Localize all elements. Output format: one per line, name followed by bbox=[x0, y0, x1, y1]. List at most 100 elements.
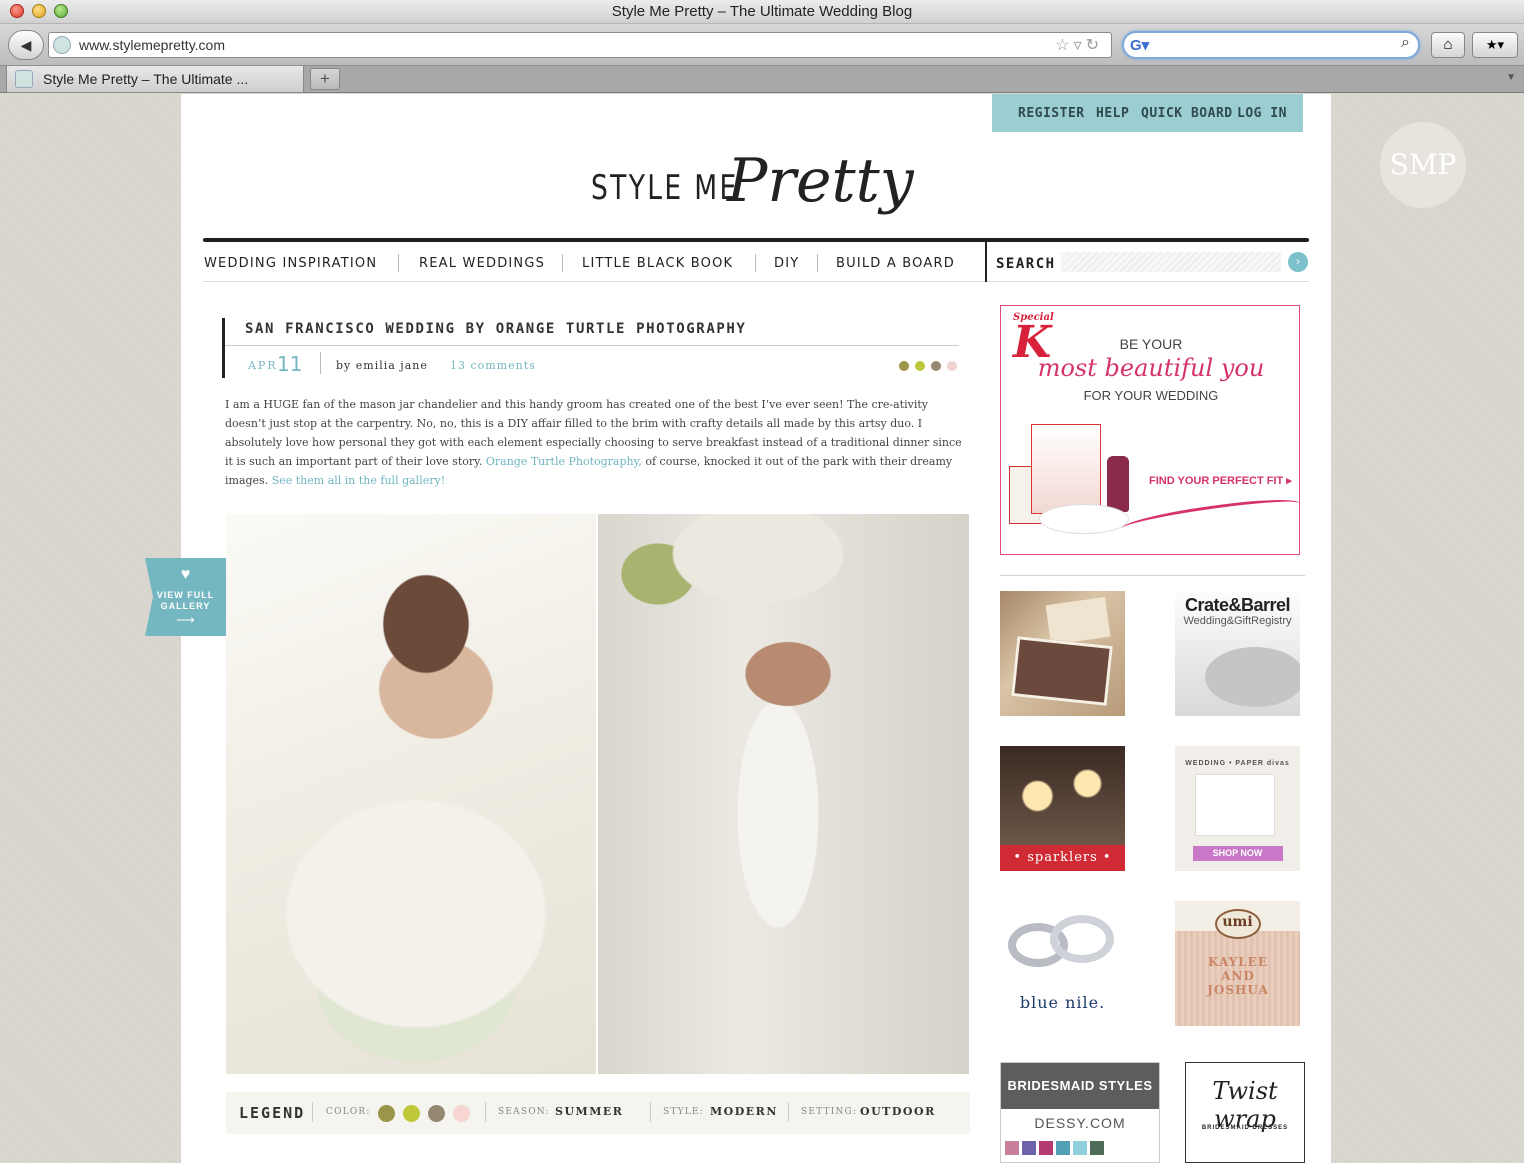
site-search-input[interactable] bbox=[1061, 252, 1281, 272]
legend-color-swatch[interactable] bbox=[378, 1105, 395, 1122]
sponsor-thumb-photo bbox=[1011, 636, 1113, 706]
legend-style-value[interactable]: MODERN bbox=[710, 1105, 778, 1118]
address-bar[interactable]: www.stylemepretty.com ☆▿↻ bbox=[48, 32, 1112, 58]
dessy-swatch bbox=[1022, 1141, 1036, 1155]
legend-color-swatch[interactable] bbox=[403, 1105, 420, 1122]
ad-line-2: most beautiful you bbox=[1037, 354, 1265, 382]
legend-setting-value[interactable]: OUTDOOR bbox=[860, 1105, 936, 1118]
quick-board-link[interactable]: QUICK BOARD bbox=[1141, 106, 1233, 121]
legend-season-value[interactable]: SUMMER bbox=[555, 1105, 623, 1118]
full-gallery-link[interactable]: See them all in the full gallery! bbox=[272, 474, 445, 487]
site-favicon-icon bbox=[53, 36, 71, 54]
legend-setting-key: SETTING: bbox=[801, 1107, 858, 1117]
bride-photo[interactable] bbox=[226, 514, 596, 1074]
nav-diy[interactable]: DIY bbox=[774, 256, 799, 271]
legend-color-swatch[interactable] bbox=[428, 1105, 445, 1122]
divas-logo: WEDDING • PAPER divas bbox=[1185, 760, 1290, 767]
post-body: I am a HUGE fan of the mason jar chandel… bbox=[225, 395, 965, 490]
bouquet-photo[interactable] bbox=[598, 514, 969, 1074]
logo-text-style-me: STYLE ME bbox=[591, 168, 739, 208]
sponsor-thumb-wedding-paper-divas[interactable]: WEDDING • PAPER divas SHOP NOW bbox=[1175, 746, 1300, 871]
dessy-color-swatches bbox=[1005, 1141, 1107, 1160]
back-button[interactable]: ◀ bbox=[8, 30, 44, 60]
blue-nile-logo: blue nile. bbox=[1019, 993, 1106, 1012]
ad-line-1: BE YOUR bbox=[1119, 336, 1183, 352]
photographer-link[interactable]: Orange Turtle Photography, bbox=[486, 455, 642, 468]
umi-logo: umi bbox=[1222, 914, 1253, 930]
legend-color-key: COLOR: bbox=[326, 1107, 371, 1117]
dessy-swatch bbox=[1039, 1141, 1053, 1155]
sponsor-thumb-card bbox=[1045, 597, 1111, 645]
sponsor-thumb-blue-nile[interactable]: blue nile. bbox=[1000, 901, 1125, 1026]
nav-little-black-book[interactable]: LITTLE BLACK BOOK bbox=[582, 256, 733, 271]
log-in-link[interactable]: LOG IN bbox=[1237, 106, 1287, 121]
ring-image-2 bbox=[1050, 915, 1114, 963]
search-label: SEARCH bbox=[996, 256, 1056, 272]
search-engine-icon[interactable]: G▾ bbox=[1130, 36, 1149, 54]
bookmark-star-and-reload-icons[interactable]: ☆▿↻ bbox=[1055, 35, 1103, 55]
view-full-gallery-label: VIEW FULL GALLERY bbox=[145, 590, 226, 612]
legend-color-swatch[interactable] bbox=[453, 1105, 470, 1122]
url-text[interactable]: www.stylemepretty.com bbox=[79, 37, 225, 53]
dessy-swatch bbox=[1073, 1141, 1087, 1155]
home-icon: ⌂ bbox=[1443, 36, 1453, 53]
new-tab-button[interactable]: + bbox=[310, 68, 340, 90]
gallery-label-line1: VIEW FULL bbox=[156, 590, 215, 600]
nav-divider bbox=[817, 254, 818, 272]
nav-divider bbox=[562, 254, 563, 272]
invitation-card-image bbox=[1195, 774, 1275, 836]
window-titlebar: Style Me Pretty – The Ultimate Wedding B… bbox=[0, 0, 1524, 24]
legend-divider bbox=[650, 1102, 651, 1122]
ad-cta-link[interactable]: FIND YOUR PERFECT FIT ▸ bbox=[1149, 474, 1292, 487]
legend-style-key: STYLE: bbox=[663, 1107, 704, 1117]
twist-wrap-tagline: BRIDESMAID DRESSES bbox=[1201, 1125, 1289, 1131]
sponsor-thumb-photobooth[interactable] bbox=[1000, 591, 1125, 716]
post-color-swatches bbox=[899, 358, 963, 376]
nav-real-weddings[interactable]: REAL WEDDINGS bbox=[419, 256, 545, 271]
bridesmaid-styles-ad[interactable]: BRIDESMAID STYLES DESSY.COM bbox=[1000, 1062, 1160, 1163]
post-comments-link[interactable]: 13 comments bbox=[450, 359, 536, 372]
color-swatch bbox=[915, 361, 925, 371]
color-swatch bbox=[931, 361, 941, 371]
divas-shop-button[interactable]: SHOP NOW bbox=[1175, 848, 1300, 858]
post-title-rule bbox=[225, 345, 959, 346]
browser-search-input[interactable]: G▾ ⌕ bbox=[1122, 31, 1420, 59]
site-logo[interactable]: STYLE ME Pretty bbox=[591, 146, 921, 222]
page-background: SMP REGISTER HELP QUICK BOARD LOG IN STY… bbox=[0, 94, 1524, 1163]
bookmarks-button[interactable]: ★▾ bbox=[1472, 32, 1518, 58]
legend-divider bbox=[485, 1102, 486, 1122]
search-icon[interactable]: ⌕ bbox=[1401, 34, 1410, 52]
dessy-swatch bbox=[1090, 1141, 1104, 1155]
crate-barrel-tagline: Wedding&GiftRegistry bbox=[1183, 615, 1292, 627]
search-divider bbox=[985, 242, 987, 282]
nav-divider bbox=[398, 254, 399, 272]
tab-overflow-icon[interactable]: ▼ bbox=[1506, 72, 1516, 83]
register-link[interactable]: REGISTER bbox=[1018, 106, 1085, 121]
color-swatch bbox=[947, 361, 957, 371]
sponsor-thumb-crate-barrel[interactable]: Crate&Barrel Wedding&GiftRegistry bbox=[1175, 591, 1300, 716]
post-author: by emilia jane bbox=[336, 359, 428, 372]
ribbon-image bbox=[1120, 493, 1299, 539]
special-k-ad[interactable]: Special K BE YOUR most beautiful you FOR… bbox=[1000, 305, 1300, 555]
twist-wrap-ad[interactable]: Twist wrap BRIDESMAID DRESSES bbox=[1185, 1062, 1305, 1163]
legend-title: LEGEND bbox=[239, 1104, 306, 1122]
tab-bar: Style Me Pretty – The Ultimate ... + ▼ bbox=[0, 66, 1524, 93]
nav-build-a-board[interactable]: BUILD A BOARD bbox=[836, 256, 955, 271]
smp-badge-logo[interactable]: SMP bbox=[1380, 122, 1466, 208]
ad-line-3: FOR YOUR WEDDING bbox=[1083, 388, 1219, 403]
bridesmaid-styles-heading: BRIDESMAID STYLES bbox=[1001, 1063, 1159, 1109]
nav-wedding-inspiration[interactable]: WEDDING INSPIRATION bbox=[204, 256, 377, 271]
tab-active[interactable]: Style Me Pretty – The Ultimate ... bbox=[6, 66, 304, 93]
sponsor-thumb-umi[interactable]: umi KAYLEE AND JOSHUA bbox=[1175, 901, 1300, 1026]
sponsor-thumb-sparklers[interactable]: • sparklers • bbox=[1000, 746, 1125, 871]
home-button[interactable]: ⌂ bbox=[1431, 32, 1465, 58]
dessy-swatch bbox=[1005, 1141, 1019, 1155]
help-link[interactable]: HELP bbox=[1096, 106, 1129, 121]
post-title[interactable]: SAN FRANCISCO WEDDING BY ORANGE TURTLE P… bbox=[245, 321, 746, 337]
post-legend: LEGEND COLOR: SEASON: SUMMER STYLE: MODE… bbox=[226, 1092, 970, 1134]
nav-divider bbox=[755, 254, 756, 272]
post-date-month: APR bbox=[248, 359, 278, 372]
search-go-button[interactable]: › bbox=[1288, 252, 1308, 272]
view-full-gallery-tab[interactable]: ♥ VIEW FULL GALLERY ⟶ bbox=[145, 558, 226, 636]
logo-text-pretty: Pretty bbox=[727, 146, 914, 216]
